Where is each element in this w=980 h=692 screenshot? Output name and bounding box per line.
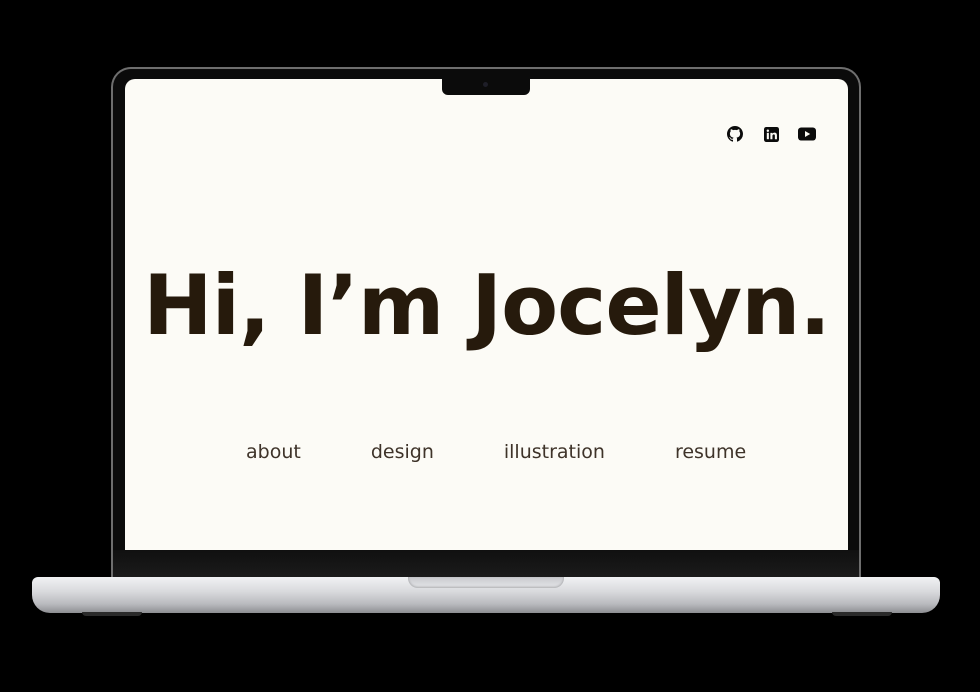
website-screen: Hi, I’m Jocelyn. about design illustrati…: [125, 79, 848, 550]
nav-design[interactable]: design: [371, 441, 434, 463]
trackpad-notch: [408, 577, 564, 588]
main-nav: about design illustration resume: [246, 441, 746, 463]
github-icon[interactable]: [726, 125, 744, 143]
nav-illustration[interactable]: illustration: [504, 441, 605, 463]
laptop-foot-left: [82, 612, 142, 616]
laptop-chin: [113, 550, 859, 578]
laptop-base: [32, 577, 940, 613]
social-links: [726, 125, 816, 143]
hero-heading: Hi, I’m Jocelyn.: [143, 257, 831, 354]
nav-resume[interactable]: resume: [675, 441, 746, 463]
linkedin-icon[interactable]: [762, 125, 780, 143]
nav-about[interactable]: about: [246, 441, 301, 463]
camera-dot: [483, 82, 488, 87]
camera-notch: [442, 79, 530, 95]
laptop-foot-right: [832, 612, 892, 616]
youtube-icon[interactable]: [798, 125, 816, 143]
